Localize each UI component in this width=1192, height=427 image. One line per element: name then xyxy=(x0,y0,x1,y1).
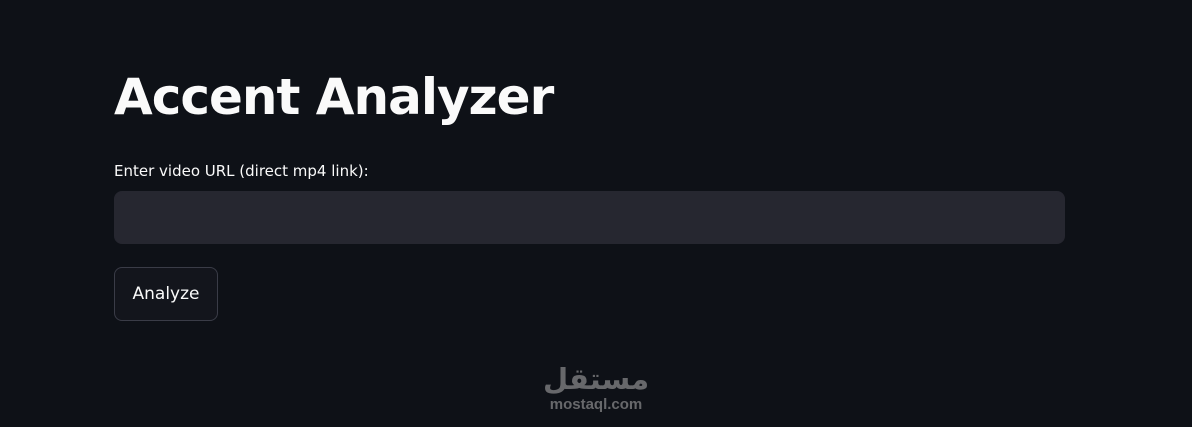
video-url-input[interactable] xyxy=(114,191,1065,244)
page-title: Accent Analyzer xyxy=(114,68,554,126)
watermark-logo: مستقل xyxy=(542,362,650,396)
watermark-domain: mostaql.com xyxy=(549,396,643,413)
video-url-label: Enter video URL (direct mp4 link): xyxy=(114,162,369,180)
mostaql-watermark: مستقل mostaql.com xyxy=(530,362,662,414)
analyze-button[interactable]: Analyze xyxy=(114,267,218,321)
